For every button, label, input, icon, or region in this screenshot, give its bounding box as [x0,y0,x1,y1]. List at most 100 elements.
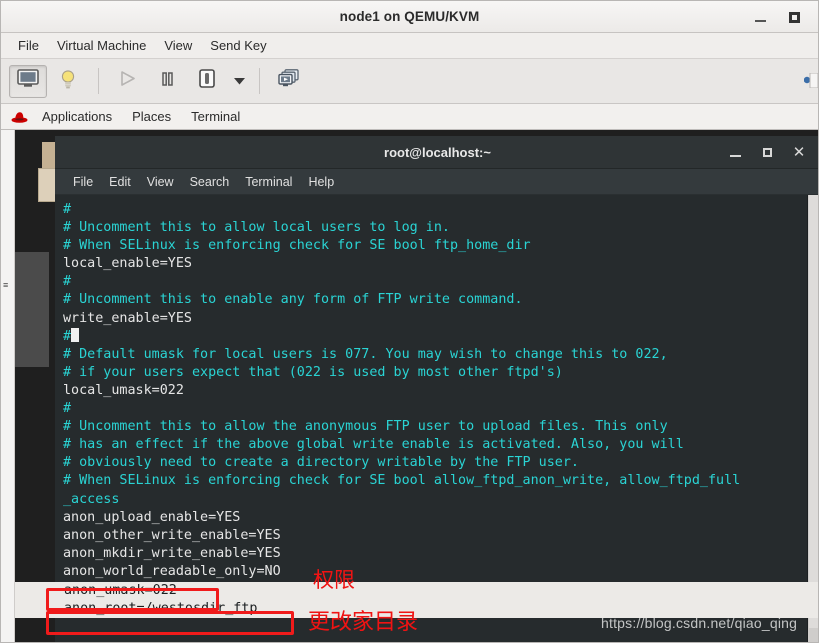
terminal-body[interactable]: # # Uncomment this to allow local users t… [55,195,818,642]
terminal-line: # obviously need to create a directory w… [63,454,807,472]
terminal-titlebar: root@localhost:~ ✕ [55,136,818,169]
terminal-menu-view[interactable]: View [139,173,182,191]
terminal-cursor [71,327,80,342]
vm-menu-send-key[interactable]: Send Key [201,35,275,56]
terminal-line-text: # When SELinux is enforcing check for SE… [63,238,531,254]
terminal-line-text: # [63,202,72,217]
terminal-line-text: anon_mkdir_write_enable=YES [63,545,281,561]
highlighted-lines-band: anon_umask=022 anon_root=/westosdir_ftp [1,581,818,619]
toolbar-separator-2 [259,68,260,94]
terminal-menu-edit[interactable]: Edit [101,173,139,191]
terminal-line-highlighted: anon_umask=022 [64,582,177,598]
terminal-scrollbar[interactable] [807,195,818,642]
terminal-line: # if your users expect that (022 is used… [63,364,807,382]
minimize-icon [729,155,741,157]
console-view-button[interactable] [9,64,47,98]
virt-manager-window: node1 on QEMU/KVM File Virtual Machine V… [0,0,819,643]
terminal-scrollbar-thumb[interactable] [809,195,818,628]
terminal-line: # [63,327,807,346]
terminal-line-text: # [63,328,72,344]
terminal-line: # Uncomment this to allow local users to… [63,219,807,237]
chevron-down-icon [233,72,245,90]
terminal-line-text: anon_world_readable_only=NO [63,563,281,579]
toolbar-right-partial-icon[interactable] [804,73,818,88]
terminal-line-text: # [63,274,72,290]
vm-minimize-button[interactable] [746,1,774,33]
vm-desktop: ≡ root@localhost:~ ✕ File Edit View Sear… [1,130,818,642]
rail-marker: ≡ [3,280,9,290]
terminal-menu-file[interactable]: File [65,173,101,191]
terminal-minimize-button[interactable] [722,136,748,169]
terminal-line-text: local_umask=022 [63,382,184,398]
terminal-line-text: # Default umask for local users is 077. … [63,346,668,362]
redhat-fedora-icon [11,110,28,124]
terminal-line-text: # Uncomment this to allow local users to… [63,220,450,236]
run-button [108,65,146,98]
details-view-button[interactable] [49,65,87,98]
shutdown-menu-button[interactable] [228,65,250,98]
terminal-line-text: local_enable=YES [63,256,192,272]
terminal-line-text: anon_upload_enable=YES [63,509,241,525]
terminal-line-text: write_enable=YES [63,310,192,326]
terminal-line-text: _access [63,491,120,507]
power-icon [198,69,216,93]
snapshots-button[interactable] [269,65,307,98]
snapshots-icon [277,69,299,93]
terminal-window-title: root@localhost:~ [384,144,491,160]
terminal-menubar: File Edit View Search Terminal Help [55,169,818,195]
pause-button[interactable] [148,65,186,98]
terminal-line: # [63,400,807,418]
terminal-line-text: # Uncomment this to enable any form of F… [63,292,523,308]
gnome-terminal-window: root@localhost:~ ✕ File Edit View Search… [55,136,818,642]
terminal-line: anon_upload_enable=YES [63,509,807,527]
panel-item-applications[interactable]: Applications [32,107,122,126]
close-icon: ✕ [792,143,806,161]
terminal-close-button[interactable]: ✕ [786,136,812,169]
terminal-maximize-button[interactable] [754,136,780,169]
vm-menubar: File Virtual Machine View Send Key [1,33,818,59]
vm-menu-file[interactable]: File [9,35,48,56]
monitor-icon [17,69,39,93]
terminal-line-highlighted: anon_root=/westosdir_ftp [64,601,258,617]
terminal-line-text: # Uncomment this to allow the anonymous … [63,419,668,435]
terminal-line: anon_world_readable_only=NO [63,563,807,581]
vm-titlebar: node1 on QEMU/KVM [1,1,818,33]
terminal-line: # [63,201,807,219]
panel-item-terminal[interactable]: Terminal [181,107,250,126]
terminal-line: # Uncomment this to enable any form of F… [63,291,807,309]
terminal-line: local_umask=022 [63,382,807,400]
lightbulb-icon [59,69,77,94]
host-window-left-rail[interactable]: ≡ [1,130,15,642]
terminal-line-text: anon_other_write_enable=YES [63,527,281,543]
toolbar-separator-1 [98,68,99,94]
maximize-icon [762,148,772,157]
terminal-line: # When SELinux is enforcing check for SE… [63,237,807,255]
vm-menu-virtual-machine[interactable]: Virtual Machine [48,35,155,56]
play-icon [119,70,136,92]
terminal-line: write_enable=YES [63,310,807,328]
terminal-line: # Uncomment this to allow the anonymous … [63,418,807,436]
terminal-line-text: # has an effect if the above global writ… [63,437,684,453]
shutdown-button[interactable] [188,65,226,98]
vm-maximize-button[interactable] [780,1,808,33]
terminal-text-lines: # # Uncomment this to allow local users t… [63,201,807,617]
terminal-line: # When SELinux is enforcing check for SE… [63,472,807,490]
terminal-line: # [63,273,807,291]
terminal-menu-help[interactable]: Help [300,173,342,191]
minimize-icon [754,19,766,22]
terminal-line: anon_mkdir_write_enable=YES [63,545,807,563]
vm-window-title: node1 on QEMU/KVM [339,9,480,24]
terminal-line: _access [63,491,807,509]
terminal-line: anon_other_write_enable=YES [63,527,807,545]
vm-menu-view[interactable]: View [155,35,201,56]
terminal-line: # Default umask for local users is 077. … [63,346,807,364]
terminal-line: # has an effect if the above global writ… [63,436,807,454]
panel-item-places[interactable]: Places [122,107,181,126]
pause-icon [160,71,175,92]
terminal-menu-terminal[interactable]: Terminal [237,173,300,191]
terminal-line-text: # if your users expect that (022 is used… [63,364,563,380]
terminal-menu-search[interactable]: Search [182,173,238,191]
maximize-icon [788,11,800,23]
terminal-line-text: # When SELinux is enforcing check for SE… [63,473,741,489]
terminal-line: local_enable=YES [63,255,807,273]
